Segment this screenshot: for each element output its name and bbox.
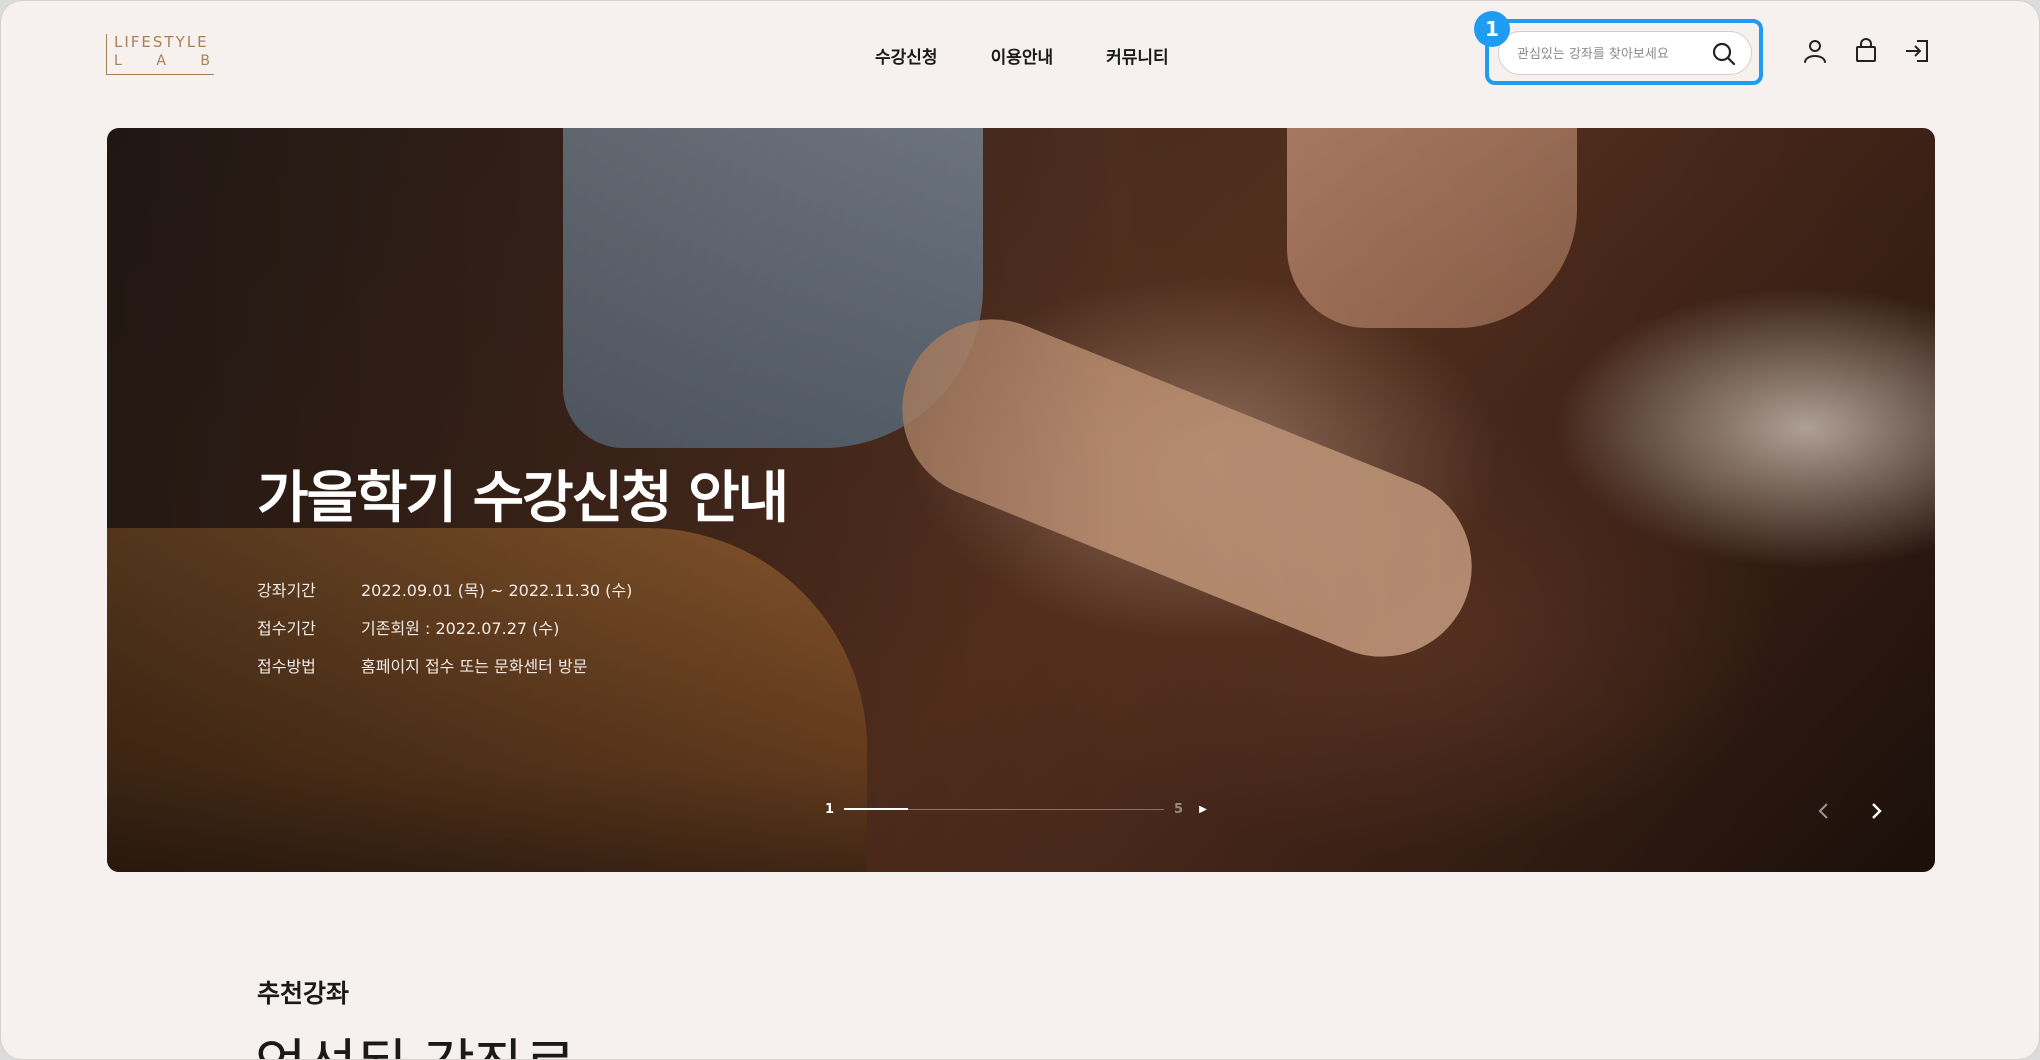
section-label: 추천강좌 [257, 979, 350, 1008]
info-label: 접수기간 [257, 619, 316, 638]
slide-arrows [1811, 798, 1889, 824]
pager-progress-fill [844, 808, 909, 810]
search-icon[interactable] [1711, 41, 1737, 67]
info-row: 강좌기간 2022.09.01 (목) ~ 2022.11.30 (수) [257, 570, 632, 608]
pager-current: 1 [825, 802, 835, 817]
search-input[interactable] [1515, 41, 1709, 67]
play-icon[interactable]: ▶ [1199, 804, 1207, 815]
hero-banner[interactable]: 가을학기 수강신청 안내 강좌기간 2022.09.01 (목) ~ 2022.… [107, 128, 1935, 872]
nav-item-guide[interactable]: 이용안내 [991, 43, 1054, 68]
logo-letter: A [156, 53, 166, 69]
info-value: 홈페이지 접수 또는 문화센터 방문 [361, 657, 588, 676]
hero-info-list: 강좌기간 2022.09.01 (목) ~ 2022.11.30 (수) 접수기… [257, 570, 632, 684]
lifestyle-lab-logo[interactable]: LIFESTYLE L A B [106, 34, 214, 75]
bag-icon[interactable] [1852, 37, 1880, 65]
slide-pager: 1 5 ▶ [825, 802, 1207, 817]
logo-letter: B [200, 53, 210, 69]
info-label: 접수방법 [257, 657, 316, 676]
info-row: 접수기간 기존회원 : 2022.07.27 (수) [257, 608, 632, 646]
info-value: 2022.09.01 (목) ~ 2022.11.30 (수) [361, 581, 633, 600]
logo-letter: L [114, 53, 122, 69]
main-nav: 수강신청 이용안내 커뮤니티 [875, 43, 1169, 68]
section-heading: 엄선된 강좌로 [255, 1021, 576, 1059]
header-icons [1801, 37, 1931, 65]
next-arrow-icon[interactable] [1863, 798, 1889, 824]
info-value: 기존회원 : 2022.07.27 (수) [361, 619, 560, 638]
nav-item-enroll[interactable]: 수강신청 [875, 43, 938, 68]
hero-title: 가을학기 수강신청 안내 [257, 466, 789, 531]
info-label: 강좌기간 [257, 581, 316, 600]
user-icon[interactable] [1801, 37, 1829, 65]
app-frame: LIFESTYLE L A B 수강신청 이용안내 커뮤니티 1 [0, 0, 2040, 1060]
pager-total: 5 [1174, 802, 1184, 817]
logo-top-text: LIFESTYLE [114, 33, 209, 51]
login-icon[interactable] [1903, 37, 1931, 65]
logo-bottom-text: L A B [114, 53, 210, 69]
pager-progress-track[interactable] [844, 808, 1165, 810]
nav-item-community[interactable]: 커뮤니티 [1106, 43, 1169, 68]
info-row: 접수방법 홈페이지 접수 또는 문화센터 방문 [257, 646, 632, 684]
prev-arrow-icon[interactable] [1811, 798, 1837, 824]
search-bar [1498, 31, 1752, 75]
annotation-badge: 1 [1474, 11, 1510, 47]
